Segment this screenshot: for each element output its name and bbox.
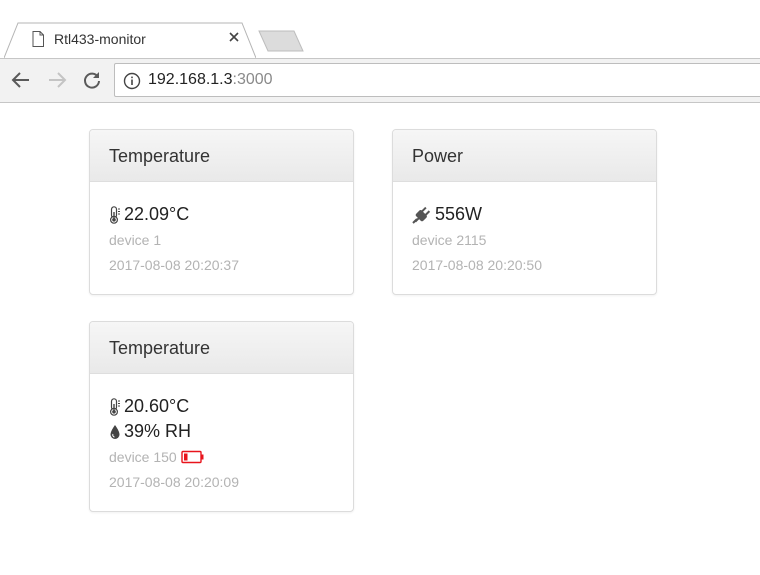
- reading-value: 22.09°C: [124, 204, 190, 224]
- sensor-card: Power 556W device 2115 2017-08-08 20:20:…: [392, 129, 657, 295]
- site-info-icon[interactable]: [123, 72, 141, 95]
- card-title: Temperature: [90, 130, 353, 182]
- browser-toolbar: 192.168.1.3:3000: [0, 58, 760, 103]
- close-tab-icon[interactable]: [226, 29, 242, 45]
- card-body: 22.09°C device 1 2017-08-08 20:20:37: [90, 182, 353, 277]
- toolbar-divider: [0, 58, 760, 59]
- thermometer-icon: [109, 397, 120, 416]
- device-row: device 150: [109, 444, 353, 469]
- url-port: :3000: [232, 71, 273, 88]
- browser-tabstrip: Rtl433-monitor: [0, 0, 760, 59]
- temperature-reading: 22.09°C: [109, 202, 353, 227]
- reading-value: 556W: [435, 204, 483, 224]
- reading-value: 39% RH: [124, 421, 192, 441]
- card-body: 20.60°C 39% RH device 150 2017-08-08 20:…: [90, 374, 353, 494]
- timestamp: 2017-08-08 20:20:50: [412, 256, 542, 273]
- card-title: Power: [393, 130, 656, 182]
- forward-arrow-icon[interactable]: [46, 69, 68, 91]
- back-arrow-icon[interactable]: [10, 69, 32, 91]
- plug-icon: [412, 206, 431, 224]
- timestamp: 2017-08-08 20:20:37: [109, 256, 239, 273]
- sensor-card: Temperature 20.60°C 39% RH device 150 20…: [89, 321, 354, 512]
- power-reading: 556W: [412, 202, 656, 227]
- card-body: 556W device 2115 2017-08-08 20:20:50: [393, 182, 656, 277]
- device-id: device 2115: [412, 231, 487, 248]
- thermometer-icon: [109, 205, 120, 224]
- sensor-card: Temperature 22.09°C device 1 2017-08-08 …: [89, 129, 354, 295]
- tab-title: Rtl433-monitor: [54, 31, 146, 47]
- timestamp: 2017-08-08 20:20:09: [109, 473, 239, 490]
- droplet-icon: [110, 424, 120, 439]
- device-id: device 150: [109, 448, 177, 465]
- page-icon: [32, 31, 44, 52]
- card-title: Temperature: [90, 322, 353, 374]
- new-tab-button[interactable]: [258, 30, 304, 52]
- url-text: 192.168.1.3:3000: [148, 71, 273, 89]
- device-id: device 1: [109, 231, 162, 248]
- battery-low-icon: [181, 450, 204, 463]
- url-host: 192.168.1.3: [148, 71, 233, 88]
- address-bar[interactable]: 192.168.1.3:3000: [114, 63, 760, 97]
- reading-value: 20.60°C: [124, 396, 190, 416]
- temperature-reading: 20.60°C: [109, 394, 353, 419]
- humidity-reading: 39% RH: [109, 419, 353, 444]
- reload-icon[interactable]: [81, 69, 103, 91]
- browser-tab[interactable]: Rtl433-monitor: [4, 22, 256, 59]
